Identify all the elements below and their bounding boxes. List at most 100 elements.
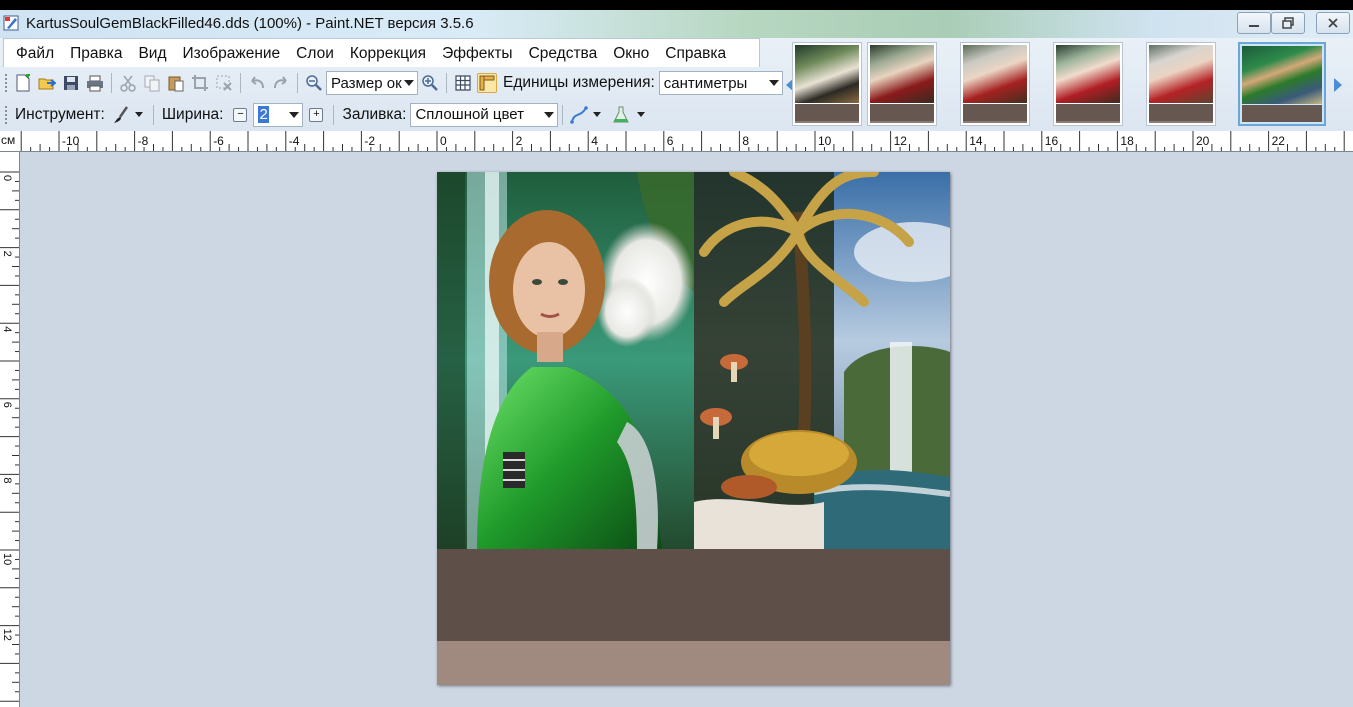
save-icon[interactable]	[61, 73, 81, 93]
brush-width-value[interactable]: 2	[258, 106, 269, 123]
window-title: KartusSoulGemBlackFilled46.dds (100%) - …	[26, 15, 474, 32]
open-images-strip	[786, 38, 1353, 131]
units-label: Единицы измерения:	[503, 74, 655, 91]
ruler-tick-label: -4	[289, 134, 300, 148]
toolbar-separator	[562, 104, 564, 125]
title-bar: KartusSoulGemBlackFilled46.dds (100%) - …	[0, 10, 1353, 38]
horizontal-ruler: -10 -8 -6 -4 -2 0 2 4 6 8 10 12 14 16 18 20 22	[0, 131, 1353, 152]
menu-effects[interactable]: Эффекты	[434, 39, 520, 68]
ruler-unit-label: см	[1, 133, 16, 147]
menu-image[interactable]: Изображение	[175, 39, 289, 68]
bottom-band-dark	[437, 549, 950, 641]
scroll-right-arrow-icon[interactable]	[1334, 78, 1342, 92]
toolbar-separator	[111, 73, 112, 93]
menu-file[interactable]: Файл	[8, 39, 62, 68]
fill-combobox[interactable]: Сплошной цвет	[410, 102, 559, 127]
units-combobox[interactable]: сантиметры	[658, 71, 783, 95]
image-thumbnail-3[interactable]	[960, 42, 1030, 126]
paint-net-app-icon[interactable]	[3, 14, 21, 32]
menu-window[interactable]: Окно	[605, 39, 657, 68]
chevron-down-icon[interactable]	[544, 111, 555, 118]
image-thumbnail-1[interactable]	[792, 42, 862, 126]
rulers-toggle-icon[interactable]	[477, 73, 497, 93]
ruler-tick-label: 14	[969, 134, 983, 148]
copy-icon[interactable]	[142, 73, 162, 93]
close-button[interactable]	[1316, 12, 1350, 34]
fill-label: Заливка:	[342, 105, 407, 123]
image-thumbnail-5[interactable]	[1146, 42, 1216, 126]
fill-value: Сплошной цвет	[415, 106, 524, 123]
ruler-tick-label: 2	[1, 251, 13, 257]
crop-to-selection-icon[interactable]	[190, 73, 210, 93]
ruler-tick-label: -6	[213, 134, 224, 148]
image-thumbnail-2[interactable]	[867, 42, 937, 126]
ruler-tick-label: 22	[1272, 134, 1286, 148]
ruler-tick-label: 8	[1, 477, 13, 483]
paintbrush-icon[interactable]	[111, 105, 131, 125]
chevron-down-icon[interactable]	[134, 112, 143, 117]
open-file-icon[interactable]	[37, 73, 57, 93]
toolbar-separator	[240, 73, 241, 93]
menu-edit[interactable]: Правка	[62, 39, 130, 68]
chevron-down-icon[interactable]	[768, 80, 779, 86]
ruler-tick-label: 20	[1196, 134, 1210, 148]
vertical-ruler-ticks: 0 2 4 6 8 10 12	[0, 171, 19, 702]
minimize-icon	[1249, 25, 1259, 27]
chevron-down-icon[interactable]	[637, 112, 646, 117]
image-canvas[interactable]	[437, 172, 950, 685]
zoom-in-icon[interactable]	[420, 73, 440, 93]
increase-width-button[interactable]: +	[309, 107, 324, 122]
print-icon[interactable]	[85, 73, 105, 93]
top-strip	[0, 0, 1353, 10]
ruler-tick-label: 6	[667, 134, 674, 148]
ruler-tick-label: -10	[62, 134, 80, 148]
toolbar-separator	[297, 73, 298, 93]
toolbar-grip[interactable]	[4, 104, 8, 125]
image-thumbnail-4[interactable]	[1053, 42, 1123, 126]
undo-icon[interactable]	[247, 73, 267, 93]
vertical-ruler: 0 2 4 6 8 10 12	[0, 152, 20, 707]
menu-help[interactable]: Справка	[657, 39, 734, 68]
ruler-tick-label: 6	[1, 402, 13, 408]
close-icon	[1328, 18, 1338, 28]
tool-label: Инструмент:	[15, 105, 105, 123]
ruler-tick-label: -8	[138, 134, 149, 148]
ruler-tick-label: 10	[1, 553, 13, 565]
toolbar-grip[interactable]	[4, 73, 8, 93]
redo-icon[interactable]	[271, 73, 291, 93]
decrease-width-button[interactable]: −	[233, 107, 248, 122]
bottom-band-light	[437, 641, 950, 685]
menu-tools[interactable]: Средства	[521, 39, 606, 68]
menu-adjustments[interactable]: Коррекция	[342, 39, 434, 68]
paste-icon[interactable]	[166, 73, 186, 93]
minimize-button[interactable]	[1237, 12, 1271, 34]
brush-width-combobox[interactable]: 2	[253, 102, 304, 127]
menu-view[interactable]: Вид	[130, 39, 174, 68]
zoom-out-icon[interactable]	[304, 73, 324, 93]
zoom-value: Размер ок	[331, 74, 402, 92]
main-toolbar: Размер ок Единицы измерения: сантиметры	[0, 68, 785, 98]
ruler-tick-label: 0	[440, 134, 447, 148]
new-image-icon[interactable]	[13, 73, 33, 93]
ruler-tick-label: -2	[364, 134, 375, 148]
chevron-down-icon[interactable]	[404, 80, 414, 86]
antialiasing-icon[interactable]	[569, 105, 589, 125]
chevron-down-icon[interactable]	[593, 112, 602, 117]
image-thumbnail-6-selected[interactable]	[1238, 42, 1326, 126]
units-value: сантиметры	[663, 74, 748, 92]
ruler-tick-label: 12	[894, 134, 908, 148]
zoom-combobox[interactable]: Размер ок	[326, 71, 418, 95]
ruler-tick-label: 12	[1, 629, 13, 641]
toolbar-separator	[333, 104, 335, 125]
restore-button[interactable]	[1271, 12, 1305, 34]
alpha-blending-flask-icon[interactable]	[611, 105, 631, 125]
menu-layers[interactable]: Слои	[288, 39, 342, 68]
toolbar-separator	[152, 104, 154, 125]
ruler-tick-label: 10	[818, 134, 832, 148]
grid-icon[interactable]	[453, 73, 473, 93]
chevron-down-icon[interactable]	[289, 111, 300, 118]
ruler-tick-label: 4	[1, 326, 13, 332]
cut-icon[interactable]	[118, 73, 138, 93]
deselect-icon[interactable]	[214, 73, 234, 93]
photo-woman-green-armor	[437, 172, 694, 549]
